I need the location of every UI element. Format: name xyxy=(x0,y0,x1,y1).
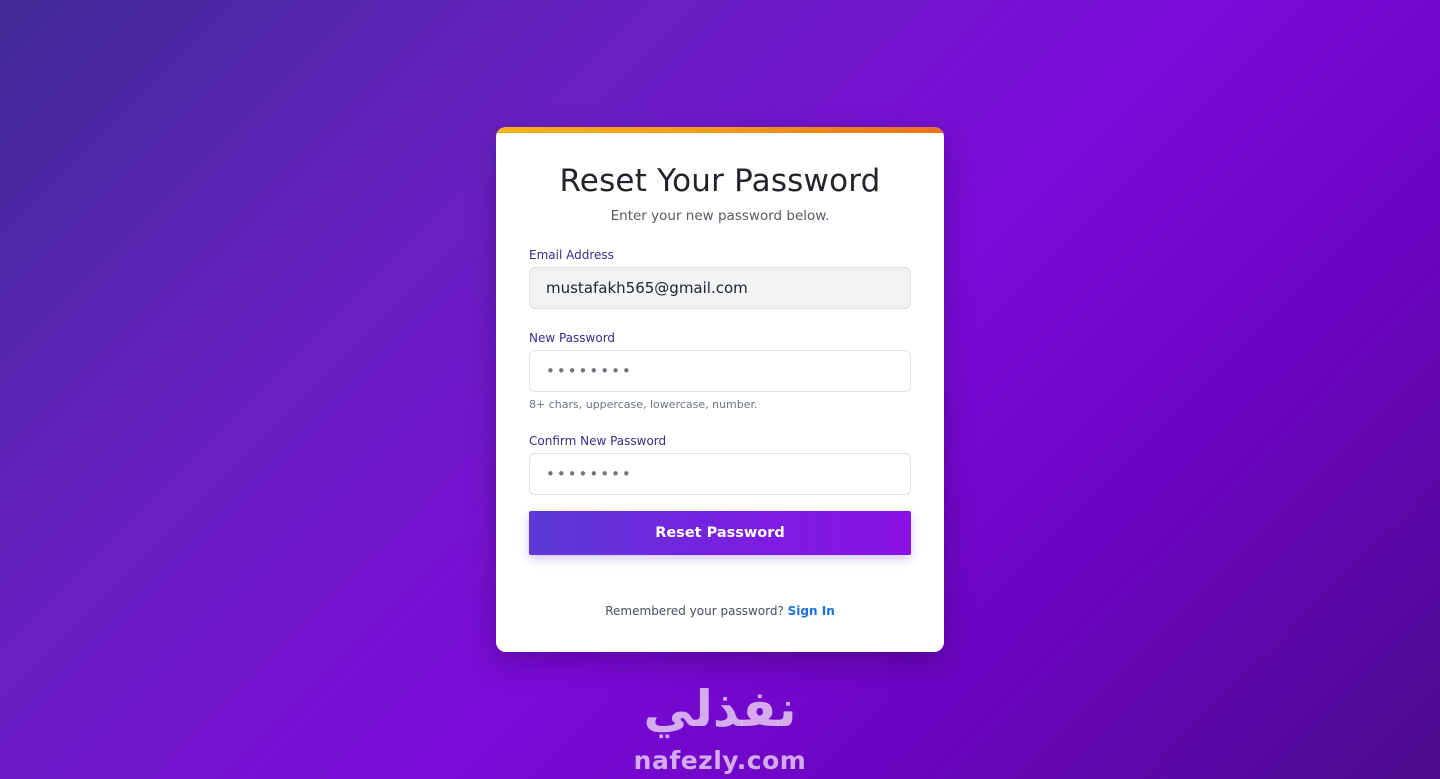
nafezly-logo: نفذلي nafezly.com xyxy=(620,684,820,779)
logo-arabic-text: نفذلي xyxy=(643,680,797,738)
card-accent-bar xyxy=(496,127,944,133)
signin-prompt-text: Remembered your password? xyxy=(605,604,784,618)
email-label: Email Address xyxy=(529,248,614,262)
new-password-hint: 8+ chars, uppercase, lowercase, number. xyxy=(529,398,758,411)
signin-prompt: Remembered your password? Sign In xyxy=(529,604,911,618)
confirm-password-field[interactable] xyxy=(529,453,911,495)
page-title: Reset Your Password xyxy=(559,163,881,199)
signin-link[interactable]: Sign In xyxy=(788,604,835,618)
new-password-label: New Password xyxy=(529,331,616,345)
new-password-field[interactable] xyxy=(529,350,911,392)
reset-password-button[interactable]: Reset Password xyxy=(529,511,911,555)
reset-password-card: Reset Your Password Enter your new passw… xyxy=(496,127,944,652)
logo-latin-text: nafezly.com xyxy=(633,746,807,775)
page-subtitle: Enter your new password below. xyxy=(610,208,830,224)
email-field[interactable] xyxy=(529,267,911,309)
confirm-password-label: Confirm New Password xyxy=(529,434,667,448)
